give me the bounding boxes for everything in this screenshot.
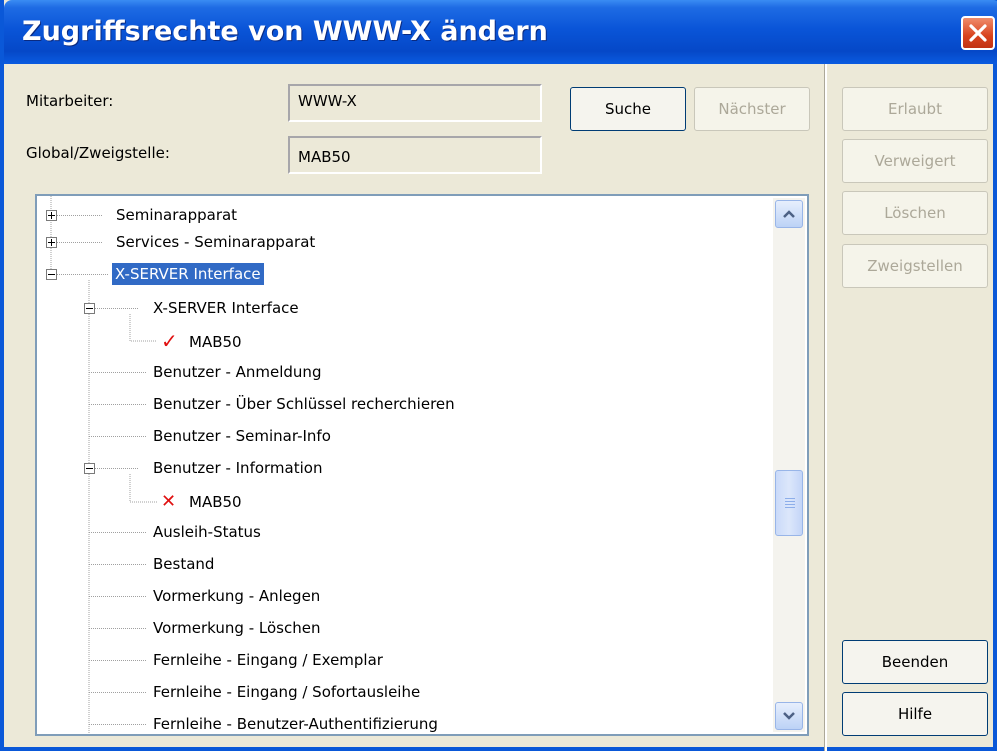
title-bar[interactable]: Zugriffsrechte von WWW-X ändern (4, 0, 997, 64)
denied-cross-icon: ✕ (161, 491, 177, 512)
scroll-thumb[interactable] (775, 470, 803, 536)
collapse-toggle[interactable] (84, 303, 95, 314)
tree-item[interactable]: Fernleihe - Eingang / Exemplar (153, 649, 383, 671)
tree-item[interactable]: Bestand (153, 553, 214, 575)
collapse-toggle[interactable] (46, 269, 57, 280)
search-button[interactable]: Suche (570, 87, 686, 131)
scroll-down-button[interactable] (775, 702, 803, 730)
tree-item[interactable]: Seminarapparat (116, 204, 237, 226)
global-label: Global/Zweigstelle: (26, 144, 170, 162)
deny-button[interactable]: Verweigert (842, 139, 988, 183)
branches-button[interactable]: Zweigstellen (842, 244, 988, 288)
delete-button[interactable]: Löschen (842, 191, 988, 235)
tree-item[interactable]: Benutzer - Seminar-Info (153, 425, 331, 447)
next-button[interactable]: Nächster (694, 87, 810, 131)
mitarbeiter-label: Mitarbeiter: (26, 92, 114, 110)
tree-item[interactable]: Benutzer - Anmeldung (153, 361, 321, 383)
global-field[interactable]: MAB50 (288, 136, 542, 174)
collapse-toggle[interactable] (84, 463, 95, 474)
permissions-tree[interactable]: Seminarapparat Services - Seminarapparat… (35, 194, 809, 736)
close-dialog-button[interactable]: Beenden (842, 640, 988, 684)
close-icon (969, 24, 987, 42)
expand-toggle[interactable] (46, 210, 57, 221)
vertical-scrollbar[interactable] (773, 198, 805, 732)
close-button[interactable] (961, 16, 995, 50)
tree-item[interactable]: Services - Seminarapparat (116, 231, 315, 253)
chevron-down-icon (783, 712, 795, 720)
tree-item[interactable]: Benutzer - Information (153, 457, 322, 479)
expand-toggle[interactable] (46, 237, 57, 248)
tree-item-selected[interactable]: X-SERVER Interface (112, 263, 264, 285)
tree-item[interactable]: Ausleih-Status (153, 521, 261, 543)
tree-item[interactable]: MAB50 (189, 331, 242, 353)
help-button[interactable]: Hilfe (842, 692, 988, 736)
mitarbeiter-field[interactable]: WWW-X (288, 84, 542, 122)
scroll-up-button[interactable] (775, 200, 803, 228)
window-title: Zugriffsrechte von WWW-X ändern (22, 16, 548, 47)
tree-item[interactable]: Fernleihe - Eingang / Sofortausleihe (153, 681, 420, 703)
tree-item[interactable]: X-SERVER Interface (153, 297, 299, 319)
panel-divider (824, 64, 827, 751)
tree-item[interactable]: Vormerkung - Löschen (153, 617, 320, 639)
tree-item[interactable]: Fernleihe - Benutzer-Authentifizierung (153, 713, 438, 734)
allow-button[interactable]: Erlaubt (842, 87, 988, 131)
allowed-check-icon: ✓ (161, 329, 178, 353)
tree-item[interactable]: Benutzer - Über Schlüssel recherchieren (153, 393, 455, 415)
tree-item[interactable]: Vormerkung - Anlegen (153, 585, 320, 607)
dialog-window: Zugriffsrechte von WWW-X ändern Mitarbei… (0, 0, 997, 751)
chevron-up-icon (783, 210, 795, 218)
tree-item[interactable]: MAB50 (189, 491, 242, 513)
